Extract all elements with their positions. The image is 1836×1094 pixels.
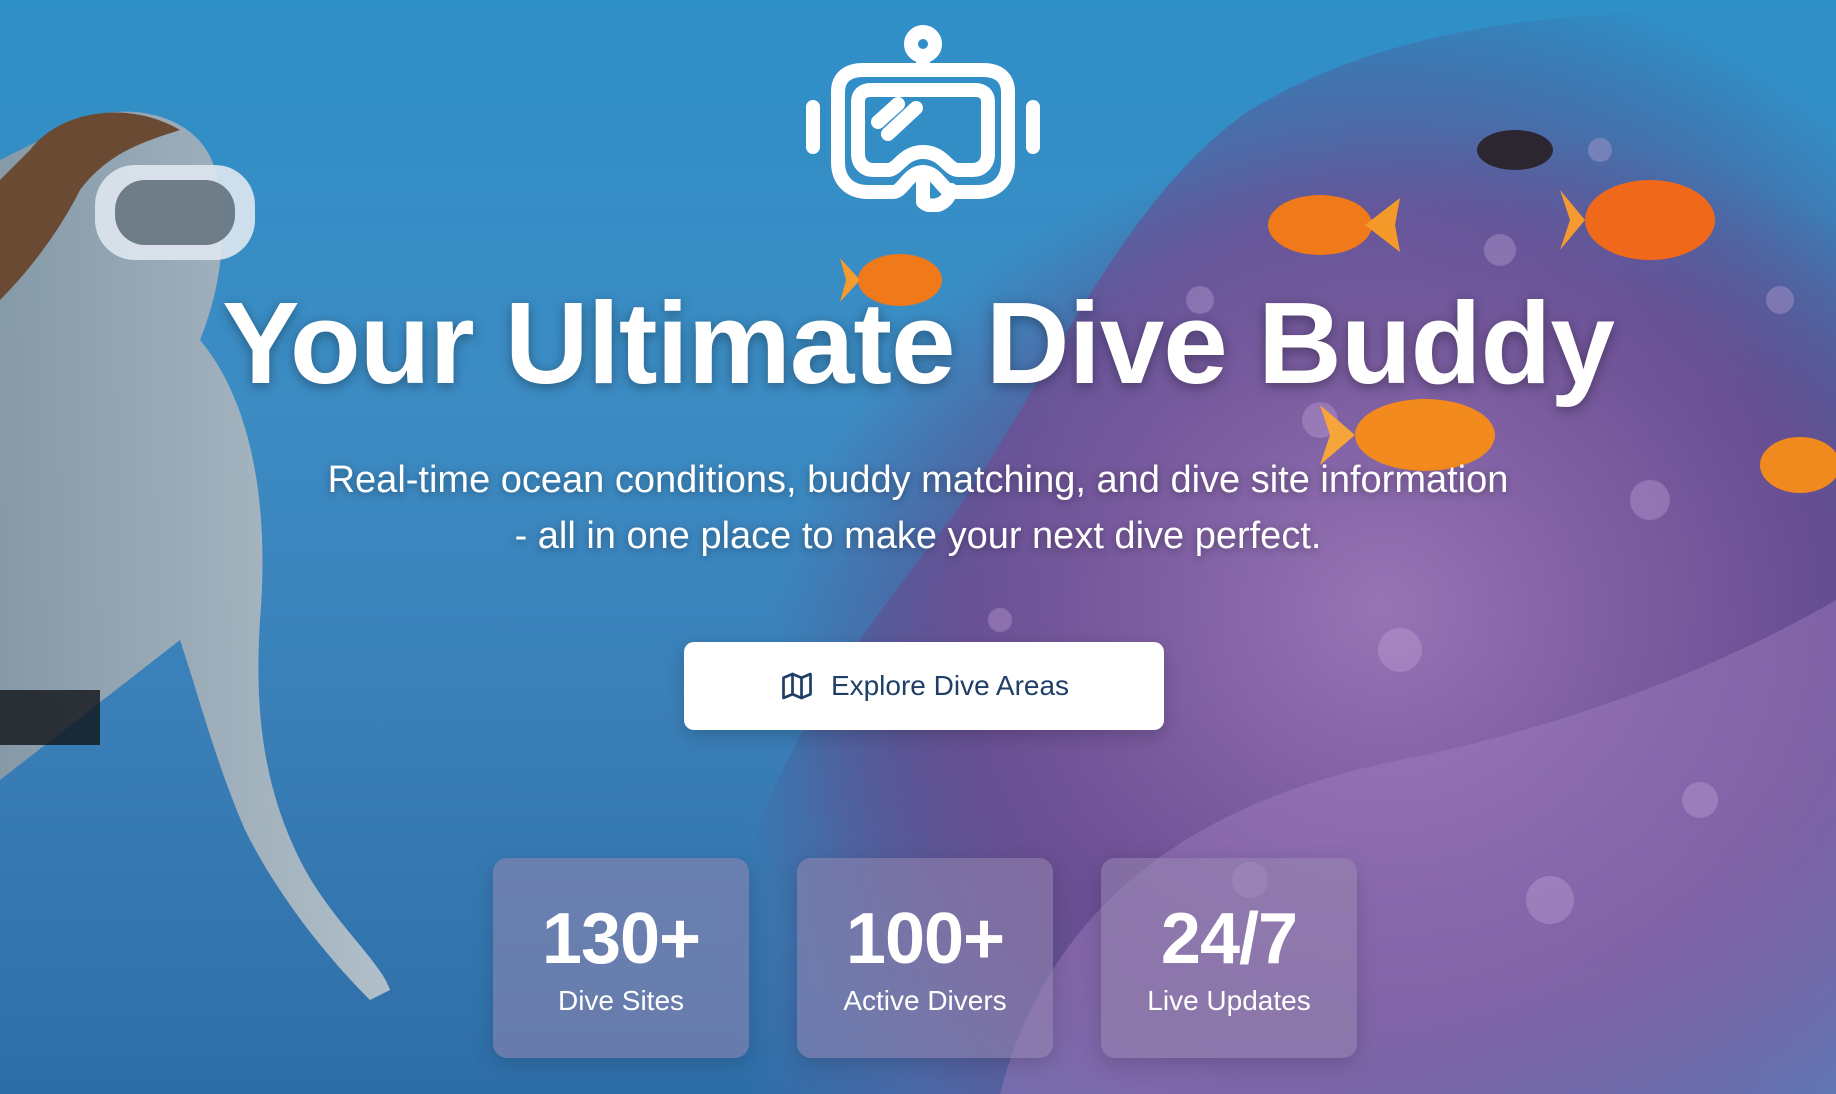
stat-label: Live Updates [1147,985,1311,1016]
stat-card-dive-sites: 130+ Dive Sites [493,858,749,1058]
stat-value: 24/7 [1160,899,1298,979]
stat-label: Active Divers [843,985,1007,1016]
map-icon [779,668,815,704]
hero-subtitle-line-2: - all in one place to make your next div… [514,515,1322,557]
hero-subtitle-line-1: Real-time ocean conditions, buddy matchi… [327,459,1509,501]
stat-label: Dive Sites [557,985,685,1016]
hero-section: Your Ultimate Dive Buddy Real-time ocean… [0,0,1836,1094]
stat-card-live-updates: 24/7 Live Updates [1101,858,1357,1058]
stat-card-active-divers: 100+ Active Divers [797,858,1053,1058]
explore-dive-areas-button[interactable]: Explore Dive Areas [684,642,1164,730]
stats-row: 130+ Dive Sites 100+ Active Divers 24/7 … [493,858,1357,1058]
stat-value: 130+ [541,899,701,979]
page-title: Your Ultimate Dive Buddy [222,278,1615,408]
stat-value: 100+ [845,899,1005,979]
dive-mask-snorkel-icon [806,25,1040,212]
hero-content: Your Ultimate Dive Buddy Real-time ocean… [0,0,1836,1094]
explore-dive-areas-label: Explore Dive Areas [830,670,1070,701]
hero-subtitle: Real-time ocean conditions, buddy matchi… [230,452,1606,564]
